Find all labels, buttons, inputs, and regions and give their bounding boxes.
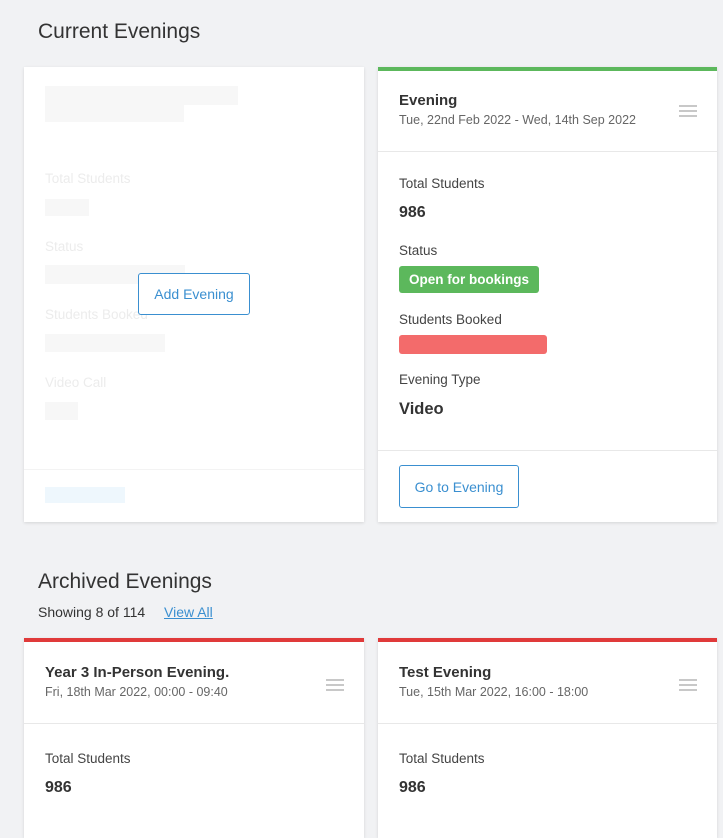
current-evenings-heading: Current Evenings bbox=[38, 20, 201, 43]
archived-card-header: Year 3 In-Person Evening. Fri, 18th Mar … bbox=[24, 642, 364, 724]
archived-showing-count: Showing 8 of 114 bbox=[38, 604, 146, 620]
total-students-label: Total Students bbox=[45, 751, 131, 766]
menu-icon[interactable] bbox=[679, 679, 697, 691]
placeholder-label-video-call: Video Call bbox=[45, 375, 107, 390]
archived-evening-card: Year 3 In-Person Evening. Fri, 18th Mar … bbox=[24, 638, 364, 838]
archived-card-title: Test Evening bbox=[399, 664, 492, 681]
total-students-value: 986 bbox=[399, 779, 426, 796]
archived-evening-card: Test Evening Tue, 15th Mar 2022, 16:00 -… bbox=[378, 638, 717, 838]
menu-icon[interactable] bbox=[679, 105, 697, 117]
evening-type-value: Video bbox=[399, 400, 444, 418]
archived-card-date: Tue, 15th Mar 2022, 16:00 - 18:00 bbox=[399, 685, 589, 699]
menu-icon[interactable] bbox=[326, 679, 344, 691]
placeholder-value bbox=[45, 402, 78, 420]
status-badge: Open for bookings bbox=[399, 266, 539, 293]
total-students-label: Total Students bbox=[399, 176, 485, 191]
archived-card-header: Test Evening Tue, 15th Mar 2022, 16:00 -… bbox=[378, 642, 717, 724]
placeholder-label-students-booked: Students Booked bbox=[45, 307, 148, 322]
placeholder-footer-button bbox=[45, 487, 125, 503]
placeholder-footer-divider bbox=[24, 469, 364, 470]
total-students-value: 986 bbox=[399, 204, 426, 221]
evening-card-title: Evening bbox=[399, 92, 458, 109]
evening-card: Evening Tue, 22nd Feb 2022 - Wed, 14th S… bbox=[378, 67, 717, 522]
evening-card-date-range: Tue, 22nd Feb 2022 - Wed, 14th Sep 2022 bbox=[399, 113, 636, 127]
evening-card-footer bbox=[378, 450, 717, 451]
placeholder-value bbox=[45, 199, 89, 216]
placeholder-value bbox=[45, 334, 165, 352]
evening-type-label: Evening Type bbox=[399, 372, 481, 387]
students-booked-bar bbox=[399, 335, 547, 354]
placeholder-label-total-students: Total Students bbox=[45, 171, 131, 186]
placeholder-subtitle-bar bbox=[45, 105, 184, 122]
status-label: Status bbox=[399, 243, 438, 258]
archived-evenings-heading: Archived Evenings bbox=[38, 570, 212, 593]
total-students-label: Total Students bbox=[399, 751, 485, 766]
add-evening-card: Total Students Status Students Booked Vi… bbox=[24, 67, 364, 522]
view-all-link[interactable]: View All bbox=[164, 604, 213, 620]
placeholder-title-bar bbox=[45, 86, 238, 105]
go-to-evening-button[interactable]: Go to Evening bbox=[399, 465, 519, 508]
add-evening-button[interactable]: Add Evening bbox=[138, 273, 250, 315]
evening-card-header: Evening Tue, 22nd Feb 2022 - Wed, 14th S… bbox=[378, 71, 717, 152]
archived-card-title: Year 3 In-Person Evening. bbox=[45, 664, 230, 681]
students-booked-label: Students Booked bbox=[399, 312, 502, 327]
total-students-value: 986 bbox=[45, 779, 72, 796]
archived-card-date: Fri, 18th Mar 2022, 00:00 - 09:40 bbox=[45, 685, 228, 699]
placeholder-label-status: Status bbox=[45, 239, 84, 254]
